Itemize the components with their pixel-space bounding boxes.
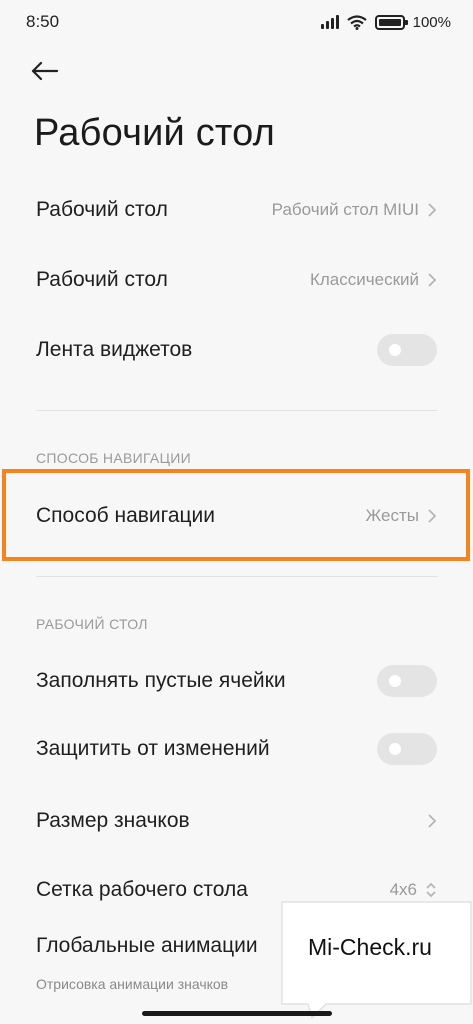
row-widget-feed: Лента виджетов: [0, 317, 473, 383]
chevron-right-icon: [428, 203, 437, 217]
row-value: Рабочий стол MIUI: [271, 200, 419, 219]
divider: [36, 576, 437, 577]
row-label: Глобальные анимации: [36, 934, 258, 957]
page-title: Рабочий стол: [34, 112, 275, 154]
lock-layout-toggle[interactable]: [377, 733, 437, 765]
row-desktop-style[interactable]: Рабочий стол Классический: [0, 247, 473, 313]
row-fill-empty-cells: Заполнять пустые ячейки: [0, 648, 473, 714]
signal-icon: [320, 15, 339, 29]
row-value: Классический: [309, 270, 419, 289]
row-label: Лента виджетов: [36, 338, 193, 361]
highlight-frame: [2, 469, 470, 561]
row-lock-layout: Защитить от изменений: [0, 716, 473, 782]
section-header-desktop: РАБОЧИЙ СТОЛ: [36, 616, 148, 632]
watermark-text: Mi-Check.ru: [308, 934, 432, 960]
row-icon-size[interactable]: Размер значков: [0, 788, 473, 854]
chevron-right-icon: [428, 273, 437, 287]
watermark-callout: Mi-Check.ru: [278, 900, 473, 1022]
wifi-icon: [346, 14, 367, 30]
divider: [36, 410, 437, 411]
back-arrow-icon: [31, 61, 58, 81]
back-button[interactable]: [30, 54, 64, 88]
row-label: Сетка рабочего стола: [36, 878, 248, 901]
battery-icon: [374, 14, 408, 30]
status-time: 8:50: [26, 12, 60, 31]
row-desktop-type[interactable]: Рабочий стол Рабочий стол MIUI: [0, 177, 473, 243]
battery-level: 100%: [412, 13, 451, 31]
chevron-right-icon: [428, 814, 437, 828]
home-indicator[interactable]: [142, 1011, 332, 1016]
status-bar: 8:50 100%: [0, 0, 473, 44]
section-header-navigation: СПОСОБ НАВИГАЦИИ: [36, 450, 191, 466]
status-icons: 100%: [320, 12, 451, 32]
speech-bubble-shape: [281, 901, 472, 1020]
fill-empty-cells-toggle[interactable]: [377, 665, 437, 697]
settings-screen: 8:50 100% Рабочий стол Рабочий стол Рабо…: [0, 0, 473, 1024]
row-subtitle: Отрисовка анимации значков: [36, 976, 229, 992]
row-label: Размер значков: [36, 809, 190, 832]
row-label: Рабочий стол: [36, 198, 168, 221]
row-label: Рабочий стол: [36, 268, 168, 291]
widget-feed-toggle[interactable]: [377, 334, 437, 366]
row-label: Защитить от изменений: [36, 737, 270, 760]
row-label: Заполнять пустые ячейки: [36, 669, 286, 692]
